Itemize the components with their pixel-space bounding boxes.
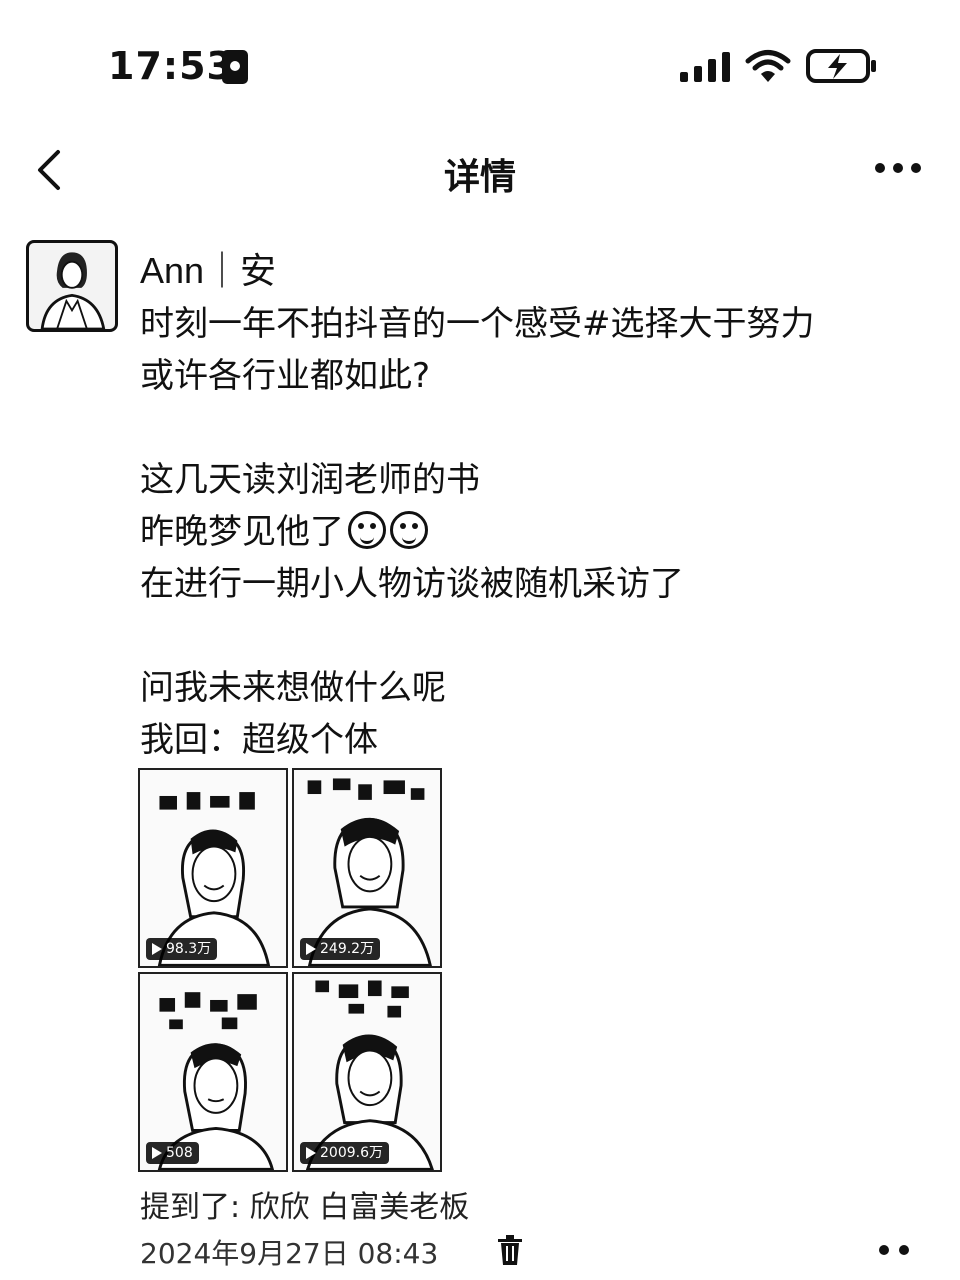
play-count: 249.2万 [320,941,375,957]
play-icon [152,1147,162,1159]
play-icon [306,943,316,955]
play-count: 508 [166,1145,193,1161]
post-blank-line [140,610,920,662]
more-options-icon[interactable] [878,1240,910,1260]
play-count-badge: 249.2万 [300,938,381,960]
nav-bar: 详情 [0,130,960,210]
signal-icon [680,52,730,82]
laughing-emoji-icon [348,511,386,549]
play-icon [152,943,162,955]
media-grid: 98.3万 249.2万 508 2009.6万 [138,768,442,1172]
trash-icon[interactable] [496,1234,524,1266]
post-line: 我回：超级个体 [140,720,378,760]
mention-label: 提到了: [140,1190,241,1225]
status-time: 17:53 [108,44,234,88]
portrait-thumbnail-icon [157,792,271,966]
avatar-portrait-icon [40,252,106,329]
post-blank-line [140,402,920,454]
post-line: 或许各行业都如此? [140,356,431,396]
page-title: 详情 [443,157,516,198]
author-name[interactable]: Ann｜安 [140,242,276,294]
play-count: 98.3万 [166,941,212,957]
play-count: 2009.6万 [320,1145,383,1161]
mention-user[interactable]: 欣欣 [250,1190,310,1225]
sim-card-icon [222,50,248,84]
mention-user[interactable]: 白富美老板 [319,1190,469,1225]
video-thumbnail[interactable]: 508 [138,972,288,1172]
play-count-badge: 98.3万 [146,938,218,960]
video-thumbnail[interactable]: 98.3万 [138,768,288,968]
portrait-thumbnail-icon [307,778,432,966]
portrait-thumbnail-icon [157,992,275,1170]
wifi-icon [745,50,791,82]
play-icon [306,1147,316,1159]
post-line-with-emoji: 昨晚梦见他了 [140,506,920,558]
portrait-thumbnail-icon [305,980,434,1170]
post-timestamp: 2024年9月27日 08:43 [140,1237,439,1270]
post-line: 时刻一年不拍抖音的一个感受#选择大于努力 [140,304,815,344]
video-thumbnail[interactable]: 249.2万 [292,768,442,968]
video-thumbnail[interactable]: 2009.6万 [292,972,442,1172]
status-bar: 17:53 [0,0,960,130]
more-horizontal-icon[interactable] [872,156,924,180]
post-line-text: 昨晚梦见他了 [140,512,344,552]
play-count-badge: 2009.6万 [300,1142,389,1164]
laughing-emoji-icon [390,511,428,549]
post-line: 问我未来想做什么呢 [140,668,446,708]
battery-charging-icon [806,49,876,83]
post-line: 在进行一期小人物访谈被随机采访了 [140,564,684,604]
play-count-badge: 508 [146,1142,199,1164]
avatar[interactable] [26,240,118,332]
mention-row: 提到了: 欣欣 白富美老板 [140,1182,469,1226]
post-text: 时刻一年不拍抖音的一个感受#选择大于努力 或许各行业都如此? 这几天读刘润老师的… [140,298,920,766]
post-line: 这几天读刘润老师的书 [140,460,480,500]
